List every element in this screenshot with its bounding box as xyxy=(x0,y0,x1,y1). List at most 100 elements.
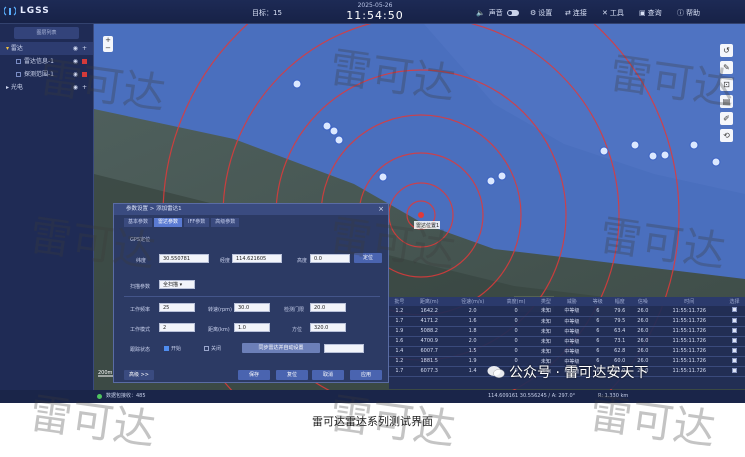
menu-help[interactable]: ⓘ 帮助 xyxy=(677,8,700,18)
eye-icon[interactable]: ◉ xyxy=(73,42,78,55)
mode-select[interactable]: 全扫描 ▾ xyxy=(159,280,195,289)
delete-icon[interactable] xyxy=(82,72,87,77)
table-cell xyxy=(724,306,745,317)
layer-radar-label: 雷达 xyxy=(10,45,23,52)
tab-radar[interactable]: 雷达参数 xyxy=(154,218,183,227)
row-select-checkbox[interactable] xyxy=(732,357,738,363)
eye-icon[interactable]: ◉ xyxy=(73,68,78,81)
layer-panel-header: 图层列表 xyxy=(14,27,79,39)
track-on-checkbox[interactable] xyxy=(164,346,169,351)
lat-input[interactable]: 30.550781 xyxy=(159,254,209,263)
measure-icon[interactable]: ⊡ xyxy=(720,78,733,91)
table-column-header[interactable]: 时间 xyxy=(654,297,725,306)
layers-icon[interactable]: ▤ xyxy=(720,95,733,108)
menu-settings[interactable]: ⚙ 设置 xyxy=(530,8,552,18)
gps-locate-button[interactable]: 定位 xyxy=(354,253,382,263)
eye-icon[interactable]: ◉ xyxy=(73,55,78,68)
table-column-header[interactable]: 幅度 xyxy=(608,297,632,306)
zoom-out-button[interactable]: − xyxy=(103,44,113,52)
close-icon[interactable]: × xyxy=(378,204,384,215)
layer-radar[interactable]: ▾ 雷达 ◉ + xyxy=(0,42,93,55)
freq-input[interactable]: 25 xyxy=(159,303,195,312)
edit-icon[interactable]: ✐ xyxy=(720,112,733,125)
row-select-checkbox[interactable] xyxy=(732,367,738,373)
table-column-header[interactable]: 批号 xyxy=(389,297,410,306)
target-marker xyxy=(660,150,670,160)
layer-checkbox[interactable] xyxy=(16,59,21,64)
alt-input[interactable]: 0.0 xyxy=(310,254,350,263)
table-cell: 1.4 xyxy=(389,346,410,357)
table-cell: 1642.2 xyxy=(409,306,449,317)
menu-query-label: 查询 xyxy=(647,9,662,17)
connect-icon: ⇄ xyxy=(565,9,571,17)
row-select-checkbox[interactable] xyxy=(732,347,738,353)
row-select-checkbox[interactable] xyxy=(732,307,738,313)
table-row[interactable]: 1.7 4171.2 1.6 0 未知 中等级 6 79.5 26.0 11:55:11.726 xyxy=(389,316,745,327)
advanced-toggle-button[interactable]: 高级 >> xyxy=(124,370,154,380)
add-icon[interactable]: + xyxy=(82,42,87,55)
table-cell xyxy=(724,346,745,357)
table-column-header[interactable]: 选择 xyxy=(724,297,745,306)
row-select-checkbox[interactable] xyxy=(732,327,738,333)
rotate-icon[interactable]: ⟲ xyxy=(720,129,733,142)
reset-button[interactable]: 复位 xyxy=(276,370,308,380)
azimuth-input[interactable]: 320.0 xyxy=(310,323,346,332)
menu-query[interactable]: ▣ 查询 xyxy=(639,8,662,18)
track-on-option[interactable]: 开始 xyxy=(164,345,181,352)
track-on-label: 开始 xyxy=(171,346,182,352)
table-row[interactable]: 1.4 6007.7 1.5 0 未知 中等级 6 62.8 26.0 11:55:11.726 xyxy=(389,346,745,357)
table-row[interactable]: 1.6 4700.9 2.0 0 未知 中等级 6 73.1 26.0 11:55:11.726 xyxy=(389,336,745,347)
zoom-in-button[interactable]: + xyxy=(103,36,113,44)
track-off-option[interactable]: 关闭 xyxy=(204,345,221,352)
row-select-checkbox[interactable] xyxy=(732,317,738,323)
table-cell xyxy=(724,366,745,377)
table-column-header[interactable]: 威胁 xyxy=(556,297,588,306)
table-column-header[interactable]: 类型 xyxy=(535,297,557,306)
cursor-range: R: 1.330 km xyxy=(598,393,629,399)
reset-view-icon[interactable]: ↺ xyxy=(720,44,733,57)
table-cell xyxy=(724,356,745,367)
lon-input[interactable]: 114.621605 xyxy=(232,254,282,263)
work-mode-input[interactable]: 2 xyxy=(159,323,195,332)
zoom-control[interactable]: + − xyxy=(103,36,113,52)
range-input[interactable]: 1.0 xyxy=(234,323,270,332)
table-column-header[interactable]: 信噪 xyxy=(631,297,655,306)
threshold-input[interactable]: 20.0 xyxy=(310,303,346,312)
radar-station-icon[interactable] xyxy=(418,212,424,218)
table-column-header[interactable]: 距离(m) xyxy=(409,297,449,306)
row-select-checkbox[interactable] xyxy=(732,337,738,343)
menu-connect[interactable]: ⇄ 连接 xyxy=(565,8,587,18)
sync-radar-button[interactable]: 同步雷达并自动设置 xyxy=(242,343,320,353)
speed-input[interactable]: 30.0 xyxy=(234,303,270,312)
draw-icon[interactable]: ✎ xyxy=(720,61,733,74)
table-column-header[interactable]: 高度(m) xyxy=(496,297,536,306)
tab-advanced[interactable]: 高级参数 xyxy=(211,218,240,227)
app-name: LGSS xyxy=(20,6,50,16)
eye-icon[interactable]: ◉ xyxy=(73,81,78,94)
table-cell: 未知 xyxy=(535,336,557,347)
cancel-button[interactable]: 取消 xyxy=(312,370,344,380)
layer-radar-info[interactable]: 雷达信息-1 ◉ xyxy=(0,55,93,68)
table-cell: 6 xyxy=(587,306,609,317)
delete-icon[interactable] xyxy=(82,59,87,64)
chevron-down-icon: ▾ xyxy=(179,282,183,288)
table-column-header[interactable]: 等级 xyxy=(587,297,609,306)
table-row[interactable]: 1.9 5088.2 1.8 0 未知 中等级 6 63.4 26.0 11:55:11.726 xyxy=(389,326,745,337)
track-off-checkbox[interactable] xyxy=(204,346,209,351)
sound-toggle[interactable] xyxy=(506,10,519,16)
table-column-header[interactable]: 径速(m/s) xyxy=(448,297,497,306)
add-icon[interactable]: + xyxy=(82,81,87,94)
dialog-titlebar[interactable]: 参数设置 > 添加雷达1 × xyxy=(114,204,388,215)
table-cell: 1.7 xyxy=(389,316,410,327)
tab-basic[interactable]: 基本参数 xyxy=(124,218,153,227)
apply-button[interactable]: 应用 xyxy=(350,370,382,380)
layer-optical[interactable]: ▸ 光电 ◉ + xyxy=(0,81,93,94)
tab-iff[interactable]: IFF参数 xyxy=(184,218,210,227)
sync-status-field[interactable] xyxy=(324,344,364,353)
table-row[interactable]: 1.2 1642.2 2.0 0 未知 中等级 6 79.6 26.0 11:55:11.726 xyxy=(389,306,745,317)
menu-tools[interactable]: ✕ 工具 xyxy=(602,8,624,18)
sound-control[interactable]: 🔈 声音 xyxy=(476,8,519,18)
layer-detect-range[interactable]: 探测范围-1 ◉ xyxy=(0,68,93,81)
layer-checkbox[interactable] xyxy=(16,72,21,77)
save-button[interactable]: 保存 xyxy=(238,370,270,380)
